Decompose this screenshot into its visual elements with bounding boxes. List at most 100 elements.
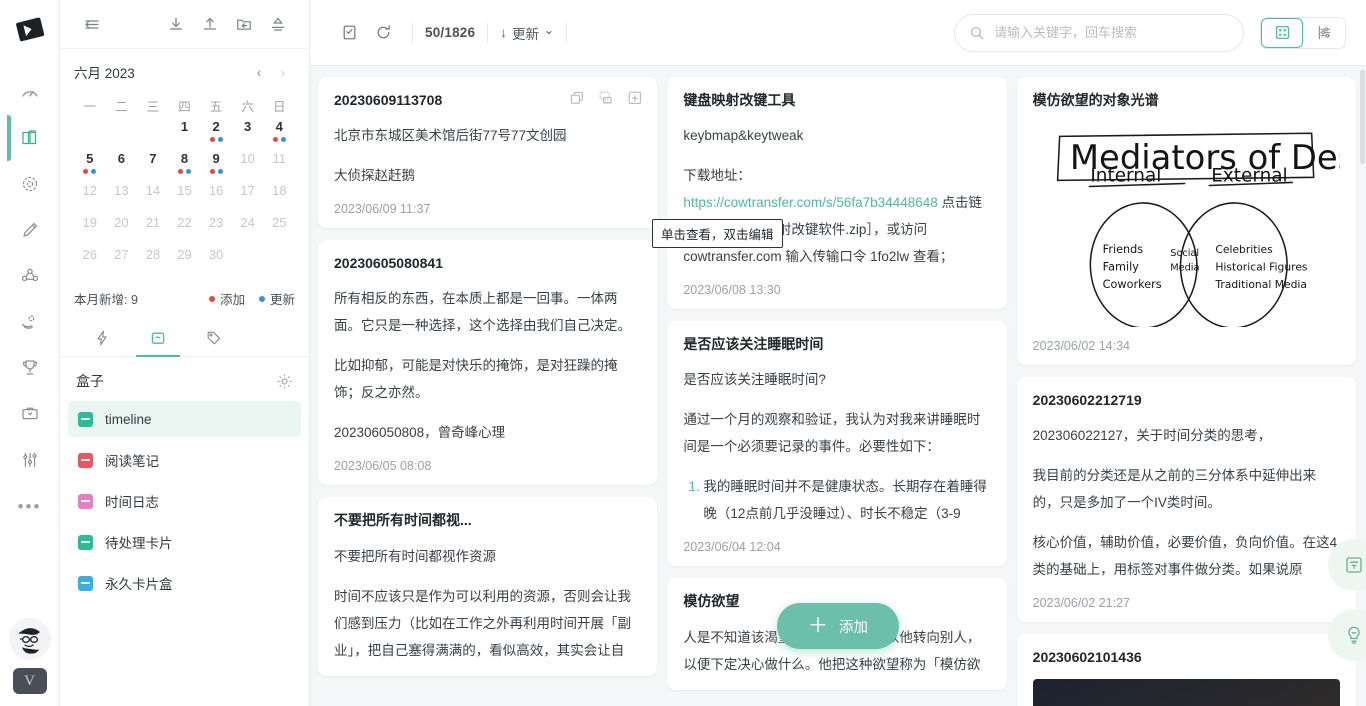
box-item[interactable]: 阅读笔记 <box>68 442 301 478</box>
checkbox-list-icon[interactable] <box>332 17 366 49</box>
card-paragraph: 所有相反的东西，在本质上都是一回事。一体两面。它只是一种选择，这个选择由我们自己… <box>334 285 641 339</box>
rail-item-write[interactable] <box>7 207 53 253</box>
note-card[interactable]: 20230609113708 北京市东城区美术馆后街77号77文创园大侦探赵赶鹅… <box>318 77 657 228</box>
calendar-day[interactable]: 2 <box>200 119 232 151</box>
card-paragraph: 核心价值，辅助价值，必要价值，负向价值。在这4类的基础上，用标签对事件做分类。如… <box>1033 529 1340 583</box>
calendar-day[interactable]: 27 <box>106 247 138 279</box>
calendar-day[interactable]: 20 <box>106 215 138 247</box>
rail-item-archive[interactable] <box>7 391 53 437</box>
calendar-day[interactable]: 3 <box>232 119 264 151</box>
note-card[interactable]: 键盘映射改键工具 keybmap&keytweak下载地址：https://co… <box>667 77 1006 309</box>
add-card-button[interactable]: ＋ 添加 <box>777 603 899 649</box>
collapse-icon[interactable] <box>74 9 108 39</box>
note-card[interactable]: 20230602101436 <box>1017 634 1356 706</box>
tab-tag[interactable] <box>186 320 242 356</box>
calendar-day[interactable]: 11 <box>263 151 295 183</box>
hand-sun-icon <box>18 310 42 334</box>
user-avatar[interactable] <box>9 618 51 660</box>
search-box[interactable] <box>954 14 1244 52</box>
view-grid[interactable] <box>1261 18 1303 48</box>
calendar-day[interactable]: 10 <box>232 151 264 183</box>
calendar-day[interactable]: 28 <box>137 247 169 279</box>
calendar-weekday: 三 <box>137 91 169 119</box>
version-badge[interactable]: V <box>13 668 47 694</box>
download-icon[interactable] <box>159 9 193 39</box>
board-column-1: 20230609113708 北京市东城区美术馆后街77号77文创园大侦探赵赶鹅… <box>318 77 657 676</box>
rail-item-more[interactable]: ••• <box>7 483 53 529</box>
boxes-header: 盒子 <box>60 357 309 397</box>
copy-card[interactable] <box>568 89 585 106</box>
calendar-day[interactable]: 29 <box>169 247 201 279</box>
calendar-day[interactable]: 6 <box>106 151 138 183</box>
calendar-prev[interactable]: ‹ <box>247 60 271 84</box>
calendar-day[interactable]: 4 <box>263 119 295 151</box>
calendar-day[interactable]: 14 <box>137 183 169 215</box>
box-item[interactable]: timeline <box>68 401 301 437</box>
boxes-list: timeline 阅读笔记 时间日志 待处理卡片 永久卡片盒 <box>60 397 309 610</box>
calendar-day[interactable]: 25 <box>263 215 295 247</box>
calendar-day[interactable]: 5 <box>74 151 106 183</box>
rail-item-settings[interactable] <box>7 437 53 483</box>
note-card[interactable]: 是否应该关注睡眠时间 是否应该关注睡眠时间?通过一个月的观察和验证，我认为对我来… <box>667 321 1006 566</box>
added-dot <box>83 169 88 174</box>
box-icon <box>78 535 93 550</box>
tab-flash[interactable] <box>74 320 130 356</box>
svg-text:Friends: Friends <box>1102 243 1143 256</box>
calendar-day[interactable]: 30 <box>200 247 232 279</box>
upload-icon[interactable] <box>193 9 227 39</box>
calendar-day[interactable]: 16 <box>200 183 232 215</box>
add-card[interactable] <box>626 89 643 106</box>
calendar-day[interactable]: 24 <box>232 215 264 247</box>
calendar-day[interactable]: 7 <box>137 151 169 183</box>
calendar-day[interactable]: 23 <box>200 215 232 247</box>
board-scrollbar[interactable] <box>1360 70 1365 164</box>
note-card[interactable]: 不要把所有时间都视... 不要把所有时间都视作资源时间不应该只是作为可以利用的资… <box>318 497 657 675</box>
folder-import-icon[interactable] <box>227 9 261 39</box>
merge-up-icon[interactable] <box>261 9 295 39</box>
calendar-day-number: 1 <box>181 119 188 135</box>
calendar-day[interactable]: 22 <box>169 215 201 247</box>
added-dot <box>210 169 215 174</box>
calendar-day[interactable]: 8 <box>169 151 201 183</box>
calendar-weekday: 日 <box>263 91 295 119</box>
rail-item-dashboard[interactable] <box>7 69 53 115</box>
note-card[interactable]: 模仿欲望的对象光谱 Mediators of Desire Internal E… <box>1017 77 1356 365</box>
clip-card[interactable] <box>597 89 614 106</box>
calendar-day-number: 13 <box>114 183 128 199</box>
calendar-day-number: 5 <box>86 151 93 167</box>
calendar-day[interactable]: 21 <box>137 215 169 247</box>
rail-item-notes[interactable] <box>7 115 53 161</box>
card-paragraph: 通过一个月的观察和验证，我认为对我来讲睡眠时间是一个必须要记录的事件。必要性如下… <box>683 406 990 460</box>
rail-item-people[interactable] <box>7 253 53 299</box>
download-link[interactable]: https://cowtransfer.com/s/56fa7b34448648 <box>683 195 937 210</box>
rail-item-network[interactable] <box>7 161 53 207</box>
refresh-icon[interactable] <box>366 17 400 49</box>
calendar-day[interactable]: 15 <box>169 183 201 215</box>
gear-icon[interactable] <box>276 373 293 390</box>
rail-item-insight[interactable] <box>7 299 53 345</box>
box-item[interactable]: 时间日志 <box>68 483 301 519</box>
calendar-day[interactable]: 18 <box>263 183 295 215</box>
note-card[interactable]: 20230605080841 所有相反的东西，在本质上都是一回事。一体两面。它只… <box>318 240 657 485</box>
calendar-day[interactable]: 19 <box>74 215 106 247</box>
box-item[interactable]: 待处理卡片 <box>68 524 301 560</box>
rail-item-achievements[interactable] <box>7 345 53 391</box>
calendar-day-number: 3 <box>244 119 251 135</box>
view-list[interactable] <box>1303 18 1345 48</box>
calendar-day[interactable]: 12 <box>74 183 106 215</box>
card-timestamp: 2023/06/04 12:04 <box>683 540 990 554</box>
calendar-next[interactable]: › <box>271 60 295 84</box>
calendar-day[interactable]: 9 <box>200 151 232 183</box>
board-column-3: 模仿欲望的对象光谱 Mediators of Desire Internal E… <box>1017 77 1356 706</box>
box-icon <box>78 494 93 509</box>
calendar-day[interactable]: 17 <box>232 183 264 215</box>
calendar-day-number: 28 <box>146 247 160 263</box>
calendar-day[interactable]: 13 <box>106 183 138 215</box>
calendar-day[interactable]: 1 <box>169 119 201 151</box>
sort-control[interactable]: ↓ 更新 ⌄ <box>500 23 554 43</box>
search-input[interactable] <box>994 25 1229 40</box>
box-item[interactable]: 永久卡片盒 <box>68 565 301 601</box>
calendar-day[interactable]: 26 <box>74 247 106 279</box>
tab-box[interactable] <box>130 320 186 356</box>
note-card[interactable]: 20230602212719 202306022127，关于时间分类的思考，我目… <box>1017 377 1356 622</box>
